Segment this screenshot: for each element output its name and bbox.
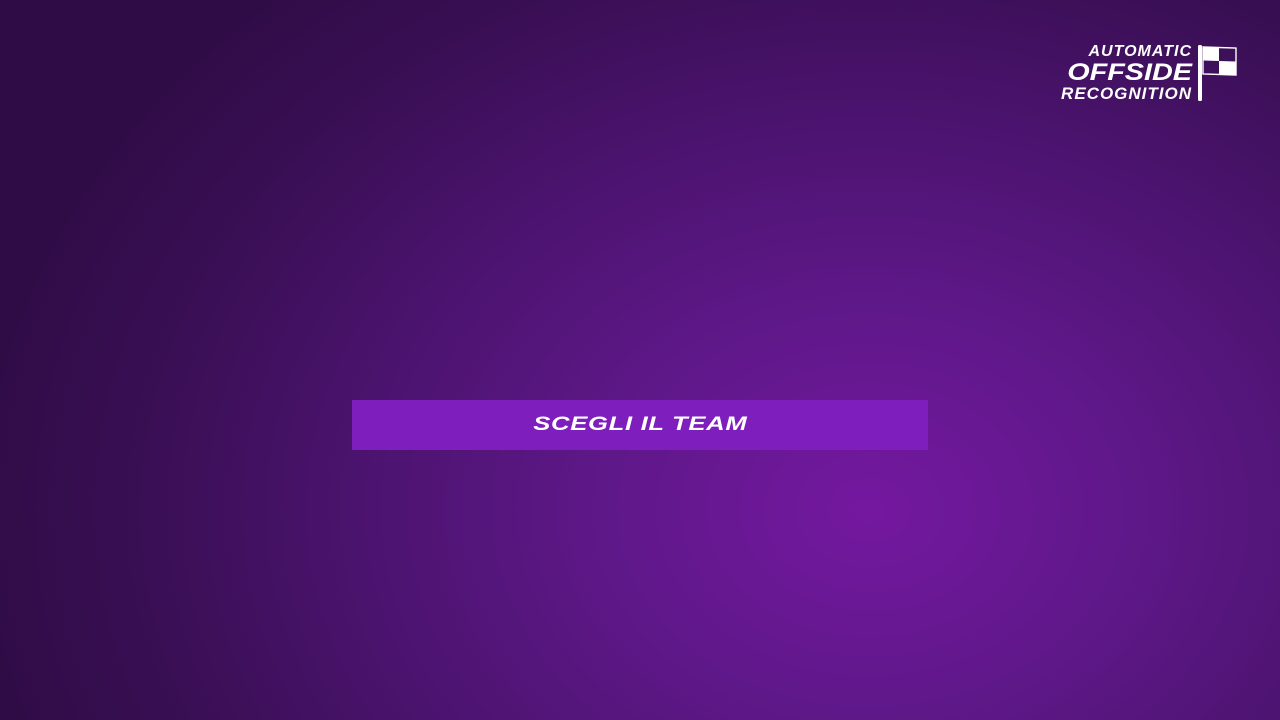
logo-line-recognition: RECOGNITION [1061, 84, 1192, 103]
app-screen: AUTOMATIC OFFSIDE RECOGNITION SCEGLI IL … [0, 0, 1280, 720]
choose-team-button-label: SCEGLI IL TEAM [532, 414, 748, 435]
aor-logo: AUTOMATIC OFFSIDE RECOGNITION [1028, 42, 1240, 104]
logo-line-automatic: AUTOMATIC [1088, 43, 1192, 60]
checkered-flag-icon [1198, 45, 1237, 101]
logo-wordmark: AUTOMATIC OFFSIDE RECOGNITION [1028, 42, 1194, 104]
choose-team-button[interactable]: SCEGLI IL TEAM [352, 400, 928, 450]
logo-line-offside: OFFSIDE [1067, 59, 1192, 86]
